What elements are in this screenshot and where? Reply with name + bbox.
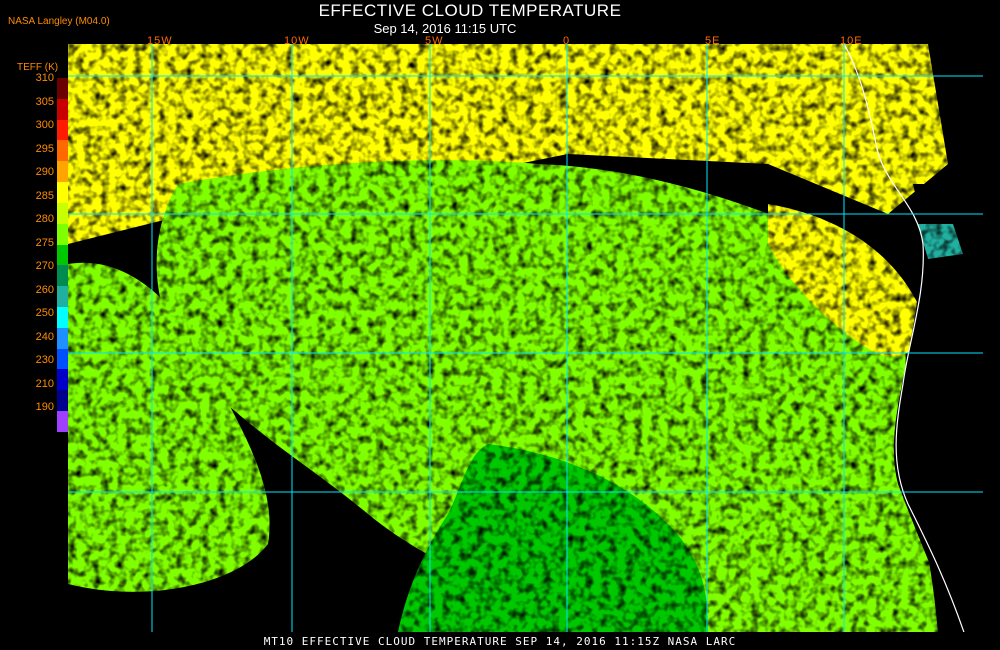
map-title: EFFECTIVE CLOUD TEMPERATURE	[318, 1, 622, 20]
cloud-field	[68, 44, 983, 632]
colorbar-tick-label: 270	[35, 260, 54, 272]
colorbar-tick-label: 305	[35, 95, 54, 108]
colorbar-tick-label: 310	[35, 72, 54, 84]
colorbar-tick-label: 210	[35, 377, 54, 390]
colorbar-tick-label: 275	[35, 236, 54, 249]
colorbar-tick-label: 285	[35, 189, 54, 202]
colorbar-tick-label: 190	[35, 401, 54, 413]
satellite-map	[68, 44, 983, 632]
colorbar-tick-label: 280	[35, 213, 54, 225]
colorbar-tick-label: 290	[35, 166, 54, 178]
colorbar-tick-label: 230	[35, 354, 54, 366]
map-subtitle: Sep 14, 2016 11:15 UTC	[373, 21, 517, 36]
colorbar-tick-label: 295	[35, 142, 54, 155]
colorbar-tick-label: 260	[35, 283, 54, 296]
colorbar-tick-label: 250	[35, 307, 54, 319]
footer-caption: MT10 EFFECTIVE CLOUD TEMPERATURE SEP 14,…	[263, 635, 737, 648]
colorbar-tick-label: 240	[35, 330, 54, 343]
colorbar-tick-label: 300	[35, 119, 54, 131]
